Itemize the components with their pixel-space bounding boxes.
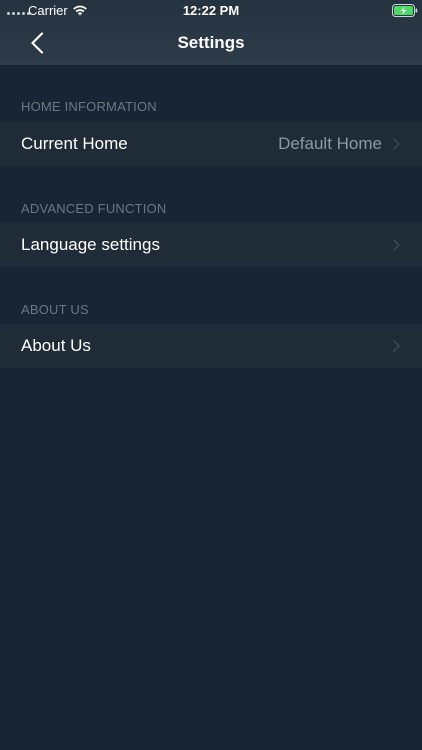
section-header-about-us: ABOUT US xyxy=(21,302,89,317)
about-us-row[interactable]: About Us xyxy=(0,324,422,368)
row-label: About Us xyxy=(21,336,91,355)
section-header-home-information: HOME INFORMATION xyxy=(21,99,157,114)
chevron-right-icon xyxy=(393,340,400,352)
language-settings-row[interactable]: Language settings xyxy=(0,223,422,267)
nav-bar: Settings xyxy=(0,22,422,65)
row-label: Language settings xyxy=(21,235,160,254)
status-bar: Carrier 12:22 PM xyxy=(0,0,422,22)
header-area: Carrier 12:22 PM Settings xyxy=(0,0,422,65)
status-time: 12:22 PM xyxy=(182,3,240,18)
section-header-advanced-function: ADVANCED FUNCTION xyxy=(21,201,167,216)
page-title: Settings xyxy=(177,33,245,52)
current-home-row[interactable]: Current Home Default Home xyxy=(0,122,422,166)
chevron-right-icon xyxy=(393,239,400,251)
current-home-value: Default Home xyxy=(278,134,382,153)
row-label: Current Home xyxy=(21,134,128,153)
battery-charging-icon xyxy=(392,4,418,17)
chevron-right-icon xyxy=(393,138,400,150)
